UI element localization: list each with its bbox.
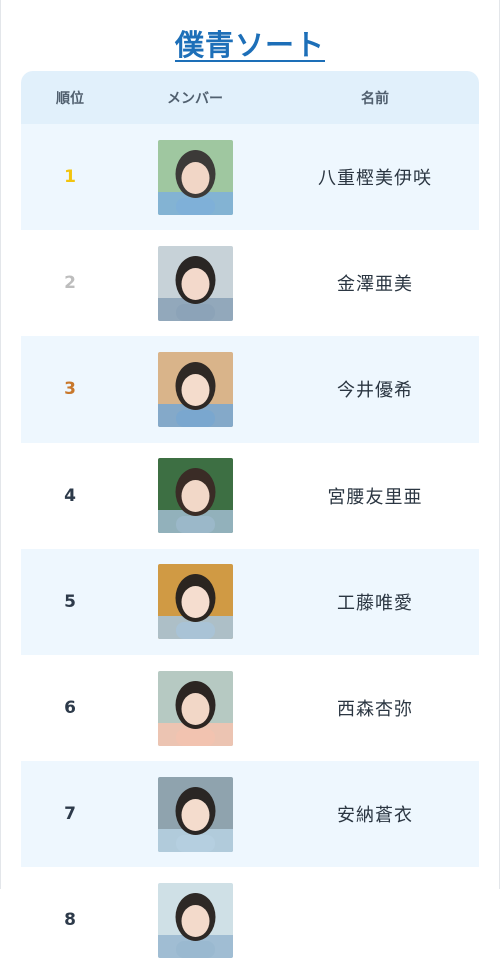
member-cell — [119, 564, 271, 640]
rank-cell: 5 — [64, 591, 76, 612]
member-cell — [119, 351, 271, 427]
ranking-table: 順位 メンバー 名前 1 八重樫美伊咲 2 金澤亜美 3 今井優希 4 宮腰友里亜 5 工藤唯愛 6… — [21, 71, 479, 974]
table-row: 5 工藤唯愛 — [21, 548, 479, 655]
table-header: 順位 メンバー 名前 — [21, 71, 479, 124]
member-name: 宮腰友里亜 — [327, 486, 423, 508]
member-photo[interactable] — [157, 139, 233, 215]
member-name: 今井優希 — [337, 380, 413, 402]
member-cell — [119, 776, 271, 852]
member-cell — [119, 245, 271, 321]
rank-cell: 6 — [64, 698, 76, 719]
rank-cell: 8 — [64, 910, 76, 931]
rank-cell: 1 — [64, 167, 76, 188]
member-name: 工藤唯愛 — [337, 592, 413, 614]
member-name: 安納蒼衣 — [337, 805, 413, 827]
member-name: 八重樫美伊咲 — [318, 168, 432, 190]
member-name: 金澤亜美 — [337, 274, 413, 296]
rank-cell: 2 — [64, 273, 76, 294]
header-member: メンバー — [167, 90, 223, 107]
table-body: 1 八重樫美伊咲 2 金澤亜美 3 今井優希 4 宮腰友里亜 5 工藤唯愛 6 西森杏弥 7 安納蒼衣 8 — [21, 124, 479, 974]
rank-cell: 7 — [64, 804, 76, 825]
table-row: 2 金澤亜美 — [21, 230, 479, 337]
header-name: 名前 — [361, 90, 389, 107]
member-photo[interactable] — [157, 564, 233, 640]
rank-cell: 3 — [64, 379, 76, 400]
rank-cell: 4 — [64, 485, 76, 506]
table-row: 7 安納蒼衣 — [21, 761, 479, 868]
member-cell — [119, 670, 271, 746]
member-photo[interactable] — [157, 351, 233, 427]
member-cell — [119, 882, 271, 958]
member-cell — [119, 139, 271, 215]
table-row: 3 今井優希 — [21, 336, 479, 443]
member-photo[interactable] — [157, 670, 233, 746]
member-photo[interactable] — [157, 458, 233, 534]
table-row: 8 — [21, 867, 479, 974]
member-photo[interactable] — [157, 776, 233, 852]
table-row: 1 八重樫美伊咲 — [21, 124, 479, 231]
member-photo[interactable] — [157, 245, 233, 321]
member-cell — [119, 458, 271, 534]
title-area: 僕青ソート — [0, 0, 500, 70]
table-row: 4 宮腰友里亜 — [21, 442, 479, 549]
member-name: 西森杏弥 — [337, 699, 413, 721]
table-row: 6 西森杏弥 — [21, 654, 479, 762]
page-title[interactable]: 僕青ソート — [175, 22, 325, 64]
member-photo[interactable] — [157, 882, 233, 958]
page-border-left — [0, 0, 1, 889]
header-rank: 順位 — [56, 90, 84, 107]
